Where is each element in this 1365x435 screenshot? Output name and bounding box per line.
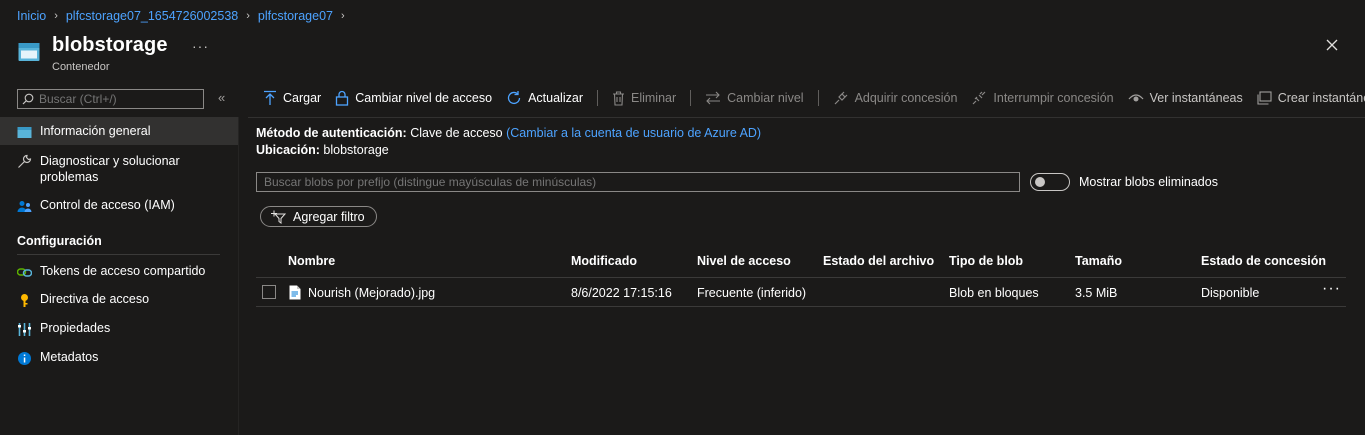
people-icon xyxy=(17,201,32,212)
section-divider xyxy=(17,254,220,255)
toggle-knob xyxy=(1035,177,1045,187)
trash-icon xyxy=(612,90,624,106)
breadcrumb-inicio[interactable]: Inicio xyxy=(17,9,46,23)
sidebar-divider xyxy=(238,117,239,435)
sidebar-item-iam[interactable]: Control de acceso (IAM) xyxy=(0,198,238,214)
page-title: blobstorage xyxy=(52,34,168,56)
auth-method-line: Método de autenticación: Clave de acceso… xyxy=(256,126,761,140)
chevron-right-icon: › xyxy=(246,10,250,22)
more-options-button[interactable]: ··· xyxy=(192,38,209,54)
auth-method-label: Método de autenticación: xyxy=(256,126,407,140)
column-header-access-tier[interactable]: Nivel de acceso xyxy=(697,254,791,268)
add-filter-icon xyxy=(271,210,287,224)
toolbar-separator xyxy=(817,90,819,106)
refresh-button[interactable]: Actualizar xyxy=(506,90,583,106)
table-row-divider xyxy=(256,306,1346,307)
eye-icon xyxy=(1128,94,1144,102)
info-icon xyxy=(18,352,31,365)
column-header-name[interactable]: Nombre xyxy=(288,254,335,268)
swap-icon xyxy=(706,91,721,105)
table-header-divider xyxy=(256,277,1346,278)
cell-lease-state: Disponible xyxy=(1201,286,1260,300)
column-header-archive-status[interactable]: Estado del archivo xyxy=(823,254,934,268)
breadcrumb-storage-account[interactable]: plfcstorage07 xyxy=(258,9,333,23)
column-header-size[interactable]: Tamaño xyxy=(1075,254,1122,268)
create-snapshot-button[interactable]: Crear instantánea xyxy=(1257,91,1365,105)
delete-button[interactable]: Eliminar xyxy=(612,90,676,106)
switch-to-azure-ad-link[interactable]: (Cambiar a la cuenta de usuario de Azure… xyxy=(506,126,761,140)
wrench-icon xyxy=(18,154,32,168)
row-more-options-button[interactable]: ··· xyxy=(1322,280,1341,298)
auth-method-value: Clave de acceso xyxy=(410,126,503,140)
snapshot-icon xyxy=(1257,91,1272,105)
sidebar-search[interactable] xyxy=(17,89,204,109)
column-header-lease-state[interactable]: Estado de concesión xyxy=(1201,254,1326,268)
overview-icon xyxy=(17,127,32,138)
upload-icon xyxy=(264,90,276,105)
cell-modified: 8/6/2022 17:15:16 xyxy=(571,286,672,300)
location-line: Ubicación: blobstorage xyxy=(256,143,389,157)
change-access-level-button[interactable]: Cambiar nivel de acceso xyxy=(335,90,492,106)
plug-icon xyxy=(834,91,847,105)
location-value: blobstorage xyxy=(323,143,389,157)
cell-access-tier: Frecuente (inferido) xyxy=(697,286,807,300)
breadcrumb-storage-deployment[interactable]: plfcstorage07_1654726002538 xyxy=(66,9,238,23)
close-icon[interactable] xyxy=(1324,37,1340,53)
command-bar: Cargar Cambiar nivel de acceso Actualiza… xyxy=(263,90,1365,106)
breadcrumb: Inicio › plfcstorage07_1654726002538 › p… xyxy=(17,9,347,23)
sidebar-item-access-policy[interactable]: Directiva de acceso xyxy=(0,292,238,308)
show-deleted-blobs-toggle[interactable] xyxy=(1030,173,1070,191)
collapse-sidebar-button[interactable]: « xyxy=(218,90,225,105)
toolbar-separator xyxy=(690,90,692,106)
blob-search-box[interactable] xyxy=(256,172,1020,192)
lock-icon xyxy=(336,90,349,106)
blob-search-input[interactable] xyxy=(257,173,1019,191)
page-subtitle: Contenedor xyxy=(52,61,110,73)
sidebar-item-sas-tokens[interactable]: Tokens de acceso compartido xyxy=(0,264,238,280)
change-tier-button[interactable]: Cambiar nivel xyxy=(705,91,804,105)
break-lease-button[interactable]: Interrumpir concesión xyxy=(971,90,1114,106)
section-configuracion: Configuración xyxy=(17,234,102,248)
key-icon xyxy=(21,294,28,307)
search-icon xyxy=(22,93,34,105)
container-icon xyxy=(18,43,40,61)
cell-blob-type: Blob en bloques xyxy=(949,286,1039,300)
refresh-icon xyxy=(507,91,521,105)
column-header-modified[interactable]: Modificado xyxy=(571,254,637,268)
toolbar-divider xyxy=(248,117,1365,118)
blob-name-link[interactable]: Nourish (Mejorado).jpg xyxy=(308,286,435,300)
toolbar-separator xyxy=(596,90,598,106)
location-label: Ubicación: xyxy=(256,143,320,157)
chevron-right-icon: › xyxy=(54,10,58,22)
link-icon xyxy=(17,268,32,277)
broken-link-icon xyxy=(972,91,986,105)
sidebar-item-diagnose[interactable]: Diagnosticar y solucionar problemas xyxy=(0,153,238,185)
row-checkbox[interactable] xyxy=(262,285,276,299)
view-snapshots-button[interactable]: Ver instantáneas xyxy=(1128,91,1243,105)
show-deleted-blobs-label: Mostrar blobs eliminados xyxy=(1079,175,1218,189)
column-header-blob-type[interactable]: Tipo de blob xyxy=(949,254,1023,268)
file-icon xyxy=(289,285,301,300)
sidebar-item-overview[interactable]: Información general xyxy=(0,117,238,145)
sidebar-item-metadata[interactable]: Metadatos xyxy=(0,350,238,366)
add-filter-button[interactable]: Agregar filtro xyxy=(260,206,377,227)
sidebar-search-input[interactable] xyxy=(39,92,199,106)
acquire-lease-button[interactable]: Adquirir concesión xyxy=(833,90,957,106)
properties-icon xyxy=(18,323,31,336)
upload-button[interactable]: Cargar xyxy=(263,90,321,106)
chevron-right-icon: › xyxy=(340,10,345,22)
cell-size: 3.5 MiB xyxy=(1075,286,1118,300)
sidebar-item-properties[interactable]: Propiedades xyxy=(0,321,238,337)
